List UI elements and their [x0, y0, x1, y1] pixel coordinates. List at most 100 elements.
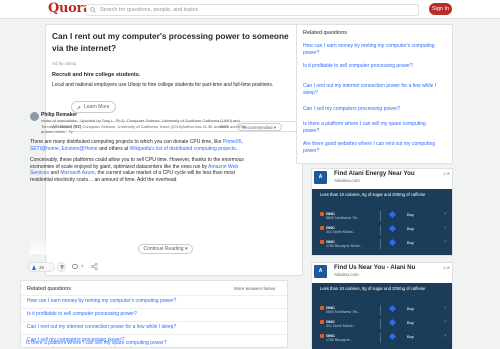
directions-icon	[388, 332, 397, 341]
side-related-item[interactable]: Are there good websites where I can rent…	[303, 141, 441, 155]
store-address: 341 North Miami...	[326, 324, 356, 328]
more-answers-link[interactable]: More answers below	[234, 286, 275, 291]
related-item[interactable]: Can I rent out my internet connection po…	[27, 324, 176, 330]
answer-text: and	[49, 170, 61, 177]
chevron-right-icon: ›	[444, 319, 446, 325]
store-action: Buy	[407, 212, 414, 217]
share-button[interactable]	[90, 262, 99, 272]
divider	[21, 308, 287, 309]
store-icon	[320, 240, 324, 244]
answer-text: ,	[241, 139, 243, 145]
chevron-right-icon: ›	[444, 333, 446, 339]
question-title: Can I rent out my computer's processing …	[52, 31, 289, 53]
upvote-button[interactable]: 38	[28, 262, 55, 272]
directions-icon	[388, 318, 397, 327]
sign-in-button[interactable]: Sign In	[429, 3, 452, 15]
link-prime95[interactable]: Prime95	[223, 139, 242, 145]
ad-domain: Alaninu.com	[334, 272, 359, 277]
chevron-right-icon: ›	[444, 211, 446, 217]
ad-choices-icon[interactable]: ▷✕	[444, 265, 450, 270]
related-item[interactable]: Is it profitable to sell computer proces…	[27, 311, 137, 317]
ad-store-row[interactable]: GNC 5600 Northwest 7th... Buy ›	[320, 210, 446, 221]
learn-more-button[interactable]: ↗ Learn More	[71, 101, 116, 113]
store-action: Buy	[407, 334, 414, 339]
ad-store-row[interactable]: GNC 5600 Northwest 7th... Buy ›	[320, 304, 446, 315]
store-address: 1780 Biscayne Boule...	[326, 244, 363, 248]
divider	[380, 239, 381, 249]
ad-store-row[interactable]: GNC 341 North Miami... Buy ›	[320, 224, 446, 235]
store-icon	[320, 334, 324, 338]
divider	[21, 321, 287, 322]
ad-headline[interactable]: Recruit and hire college students.	[52, 72, 140, 78]
author-credentials: visitor of wannalinks · Upvoted by Tony …	[41, 118, 246, 134]
related-questions-main: Related questions More answers below How…	[20, 280, 288, 348]
ad-subtext: Less than 10 calories, 0g of sugar and 2…	[320, 286, 426, 291]
answer-text: .	[235, 145, 238, 152]
side-related-heading: Related questions	[303, 30, 348, 36]
divider	[380, 225, 381, 235]
side-related-item[interactable]: Is it profitable to sell computer proces…	[303, 63, 441, 70]
store-action: Buy	[407, 226, 414, 231]
ad-store-row[interactable]: GNC 1780 Biscayne Boule... Buy ›	[320, 238, 446, 249]
side-related-item[interactable]: Can I rent out my internet connection po…	[303, 83, 441, 97]
answer-body: There are many distributed computing pro…	[30, 139, 248, 184]
store-address: 5600 Northwest 7th...	[326, 310, 361, 314]
store-icon	[320, 226, 324, 230]
store-icon	[320, 320, 324, 324]
comment-icon	[72, 264, 78, 269]
related-item[interactable]: How can I earn money by renting my compu…	[27, 298, 176, 304]
side-related-item[interactable]: Can I sell my computers processing power…	[303, 106, 441, 113]
divider	[21, 334, 287, 335]
ad-title[interactable]: Find Alani Energy Near You	[334, 170, 415, 177]
search-icon	[90, 7, 96, 13]
ad-store-row[interactable]: GNC 341 North Miami... Buy ›	[320, 318, 446, 329]
search-placeholder: Search for questions, people, and topics	[100, 7, 199, 13]
divider	[380, 333, 381, 343]
side-ad-1[interactable]: A Find Alani Energy Near You Alaniinu.co…	[311, 168, 453, 256]
side-related-item[interactable]: Is there a platform where I can sell my …	[303, 121, 441, 135]
side-ad-2[interactable]: A Find Us Near You - Alani Nu Alaninu.co…	[311, 262, 453, 349]
ad-store-row[interactable]: GNC 1780 Biscayne... Buy ›	[320, 332, 446, 343]
comment-count: 7	[81, 264, 84, 269]
side-related-item[interactable]: How can I earn money by renting my compu…	[303, 43, 441, 57]
learn-more-label: Learn More	[84, 104, 110, 110]
directions-icon	[388, 210, 397, 219]
directions-icon	[388, 224, 397, 233]
link-wikipedia[interactable]: Wikipedia's list of distributed computin…	[130, 146, 236, 152]
ad-label: Ad by Ulosa	[52, 61, 77, 66]
link-azure[interactable]: Microsoft Azure	[60, 170, 94, 176]
continue-reading-label: Continue Reading	[143, 246, 184, 252]
ad-text: Local and national employers use Uloop t…	[52, 82, 274, 88]
related-heading: Related questions	[27, 286, 72, 292]
top-bar: Quora Search for questions, people, and …	[0, 0, 500, 19]
divider	[380, 319, 381, 329]
related-item[interactable]: Is there a platform where I can sell my …	[26, 340, 167, 346]
answer-paragraph: There are many distributed computing pro…	[30, 139, 248, 152]
downvote-button[interactable]	[57, 262, 66, 272]
store-icon	[320, 212, 324, 216]
chevron-right-icon: ›	[444, 239, 446, 245]
ad-title[interactable]: Find Us Near You - Alani Nu	[334, 264, 415, 271]
comment-button[interactable]: 7	[72, 262, 88, 272]
answer-paragraph: Conceivably, these platforms could allow…	[30, 157, 248, 183]
upvote-icon	[32, 265, 36, 270]
link-seti[interactable]: SETI@home	[30, 146, 59, 152]
related-questions-side: Related questions How can I earn money b…	[296, 24, 453, 164]
sort-value: Recommended	[242, 125, 273, 130]
quora-logo[interactable]: Quora	[48, 1, 92, 16]
store-address: 1780 Biscayne...	[326, 338, 353, 342]
directions-icon	[388, 304, 397, 313]
continue-reading-button[interactable]: Continue Reading ▾	[138, 244, 193, 254]
chevron-right-icon: ›	[444, 305, 446, 311]
alani-logo: A	[314, 171, 327, 184]
ad-choices-icon[interactable]: ▷✕	[444, 171, 450, 176]
search-input[interactable]: Search for questions, people, and topics	[86, 4, 419, 16]
store-address: 5600 Northwest 7th...	[326, 216, 361, 220]
share-icon	[90, 262, 98, 271]
directions-icon	[388, 238, 397, 247]
avatar[interactable]	[30, 112, 39, 121]
ad-domain: Alaniinu.com	[334, 178, 360, 183]
store-action: Buy	[407, 320, 414, 325]
chevron-right-icon: ›	[444, 225, 446, 231]
link-einstein[interactable]: Einstein@Home	[61, 146, 97, 152]
